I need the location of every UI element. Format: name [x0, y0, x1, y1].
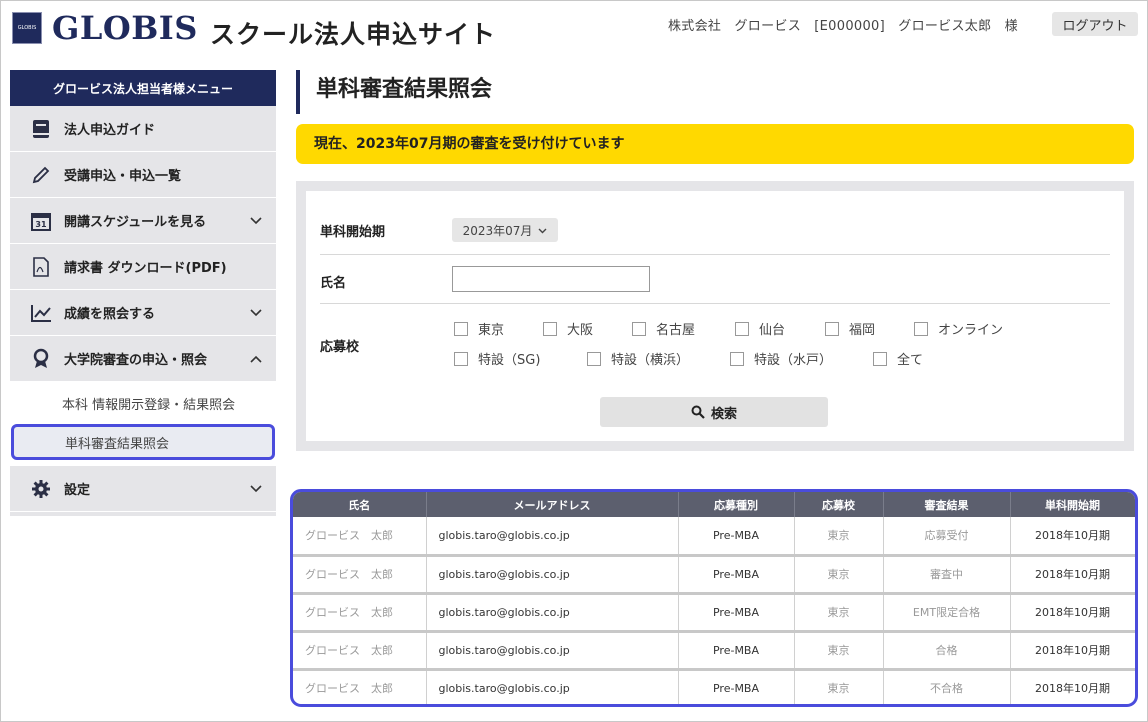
sidebar-item-settings[interactable]: 設定 [10, 466, 276, 512]
search-panel: 単科開始期 2023年07月 氏名 応募校 東京 大阪 名古屋 仙台 福岡 オン… [296, 181, 1134, 451]
checkbox-special-mito[interactable]: 特設（水戸） [730, 349, 832, 368]
sidebar-item-graduate-review[interactable]: 大学院審査の申込・照会 [10, 336, 276, 382]
results-table-container: 氏名 メールアドレス 応募種別 応募校 審査結果 単科開始期 グロービス 太郎 … [290, 489, 1138, 707]
user-info: 株式会社 グロービス [E000000] グロービス太郎 様 [668, 19, 1018, 34]
cell-term: 2018年10月期 [1010, 631, 1135, 671]
cell-result: 審査中 [883, 555, 1011, 595]
globis-logo[interactable]: GLOBIS [52, 9, 198, 47]
column-header-name: 氏名 [293, 492, 427, 517]
column-header-result: 審査結果 [883, 492, 1011, 517]
sidebar-item-application[interactable]: 受講申込・申込一覧 [10, 152, 276, 198]
chevron-down-icon [538, 223, 547, 237]
school-label: 応募校 [320, 340, 360, 355]
cell-email: globis.taro@globis.co.jp [426, 631, 679, 671]
checkbox-osaka[interactable]: 大阪 [543, 319, 593, 338]
cell-term: 2018年10月期 [1010, 669, 1135, 704]
checkbox-sendai[interactable]: 仙台 [735, 319, 785, 338]
checkbox-all[interactable]: 全て [873, 349, 923, 368]
cell-email: globis.taro@globis.co.jp [426, 593, 679, 633]
column-header-email: メールアドレス [426, 492, 679, 517]
cell-application-type: Pre-MBA [678, 593, 795, 633]
cell-result: 合格 [883, 631, 1011, 671]
site-title: スクール法人申込サイト [210, 20, 497, 49]
divider [320, 303, 1110, 304]
cell-term: 2018年10月期 [1010, 593, 1135, 633]
sidebar-item-invoice[interactable]: 請求書 ダウンロード(PDF) [10, 244, 276, 290]
pdf-icon [30, 256, 52, 278]
table-row: グロービス 太郎 globis.taro@globis.co.jp Pre-MB… [293, 669, 1135, 704]
sidebar-item-grades[interactable]: 成績を照会する [10, 290, 276, 336]
logout-button[interactable]: ログアウト [1052, 12, 1138, 36]
calendar-icon: 31 [30, 210, 52, 232]
cell-email: globis.taro@globis.co.jp [426, 669, 679, 704]
notice-banner: 現在、2023年07月期の審査を受け付けています [296, 124, 1134, 164]
table-row: グロービス 太郎 globis.taro@globis.co.jp Pre-MB… [293, 555, 1135, 595]
search-icon [691, 405, 705, 419]
checkbox-special-sg[interactable]: 特設（SG) [454, 349, 540, 368]
chevron-down-icon [250, 306, 262, 321]
results-table: 氏名 メールアドレス 応募種別 応募校 審査結果 単科開始期 グロービス 太郎 … [293, 492, 1135, 704]
cell-name: グロービス 太郎 [293, 631, 427, 671]
book-icon [30, 118, 52, 140]
pencil-icon [30, 164, 52, 186]
cell-application-type: Pre-MBA [678, 555, 795, 595]
table-header-row: 氏名 メールアドレス 応募種別 応募校 審査結果 単科開始期 [293, 492, 1135, 517]
globis-logo-mark: GLOBIS [12, 12, 42, 44]
cell-school: 東京 [794, 631, 884, 671]
cell-term: 2018年10月期 [1010, 517, 1135, 557]
table-row: グロービス 太郎 globis.taro@globis.co.jp Pre-MB… [293, 517, 1135, 557]
cell-name: グロービス 太郎 [293, 593, 427, 633]
sidebar-menu: グロービス法人担当者様メニュー 法人申込ガイド 受講申込・申込一覧 31 開講ス… [10, 70, 276, 516]
divider [320, 254, 1110, 255]
chevron-up-icon [250, 352, 262, 367]
site-header: GLOBIS GLOBIS スクール法人申込サイト 株式会社 グロービス [E0… [0, 0, 1148, 60]
cell-school: 東京 [794, 669, 884, 704]
sidebar-title: グロービス法人担当者様メニュー [10, 70, 276, 106]
cell-school: 東京 [794, 555, 884, 595]
sidebar-submenu: 本科 情報開示登録・結果照会 単科審査結果照会 [10, 382, 276, 466]
checkbox-online[interactable]: オンライン [914, 319, 1003, 338]
cell-name: グロービス 太郎 [293, 669, 427, 704]
term-label: 単科開始期 [320, 225, 386, 240]
table-row: グロービス 太郎 globis.taro@globis.co.jp Pre-MB… [293, 631, 1135, 671]
checkbox-special-yokohama[interactable]: 特設（横浜） [587, 349, 689, 368]
name-input[interactable] [452, 266, 650, 292]
cell-term: 2018年10月期 [1010, 555, 1135, 595]
sidebar-subitem-disclosure[interactable]: 本科 情報開示登録・結果照会 [10, 384, 276, 422]
checkbox-fukuoka[interactable]: 福岡 [825, 319, 875, 338]
gear-icon [30, 478, 52, 500]
chevron-down-icon [250, 214, 262, 229]
cell-name: グロービス 太郎 [293, 517, 427, 557]
cell-application-type: Pre-MBA [678, 517, 795, 557]
chevron-down-icon [250, 482, 262, 497]
cell-email: globis.taro@globis.co.jp [426, 555, 679, 595]
svg-text:31: 31 [35, 220, 47, 229]
cell-result: 応募受付 [883, 517, 1011, 557]
name-label: 氏名 [320, 276, 347, 291]
cell-application-type: Pre-MBA [678, 669, 795, 704]
chart-icon [30, 302, 52, 324]
checkbox-nagoya[interactable]: 名古屋 [632, 319, 695, 338]
cell-school: 東京 [794, 517, 884, 557]
sidebar-subitem-single-course-results[interactable]: 単科審査結果照会 [11, 424, 275, 460]
term-select[interactable]: 2023年07月 [452, 218, 558, 242]
page-title: 単科審査結果照会 [296, 70, 492, 114]
column-header-term: 単科開始期 [1010, 492, 1135, 517]
checkbox-tokyo[interactable]: 東京 [454, 319, 504, 338]
award-icon [30, 348, 52, 370]
cell-school: 東京 [794, 593, 884, 633]
sidebar-item-guide[interactable]: 法人申込ガイド [10, 106, 276, 152]
cell-email: globis.taro@globis.co.jp [426, 517, 679, 557]
search-button[interactable]: 検索 [600, 397, 828, 427]
sidebar-item-schedule[interactable]: 31 開講スケジュールを見る [10, 198, 276, 244]
column-header-application-type: 応募種別 [678, 492, 795, 517]
cell-application-type: Pre-MBA [678, 631, 795, 671]
search-form: 単科開始期 2023年07月 氏名 応募校 東京 大阪 名古屋 仙台 福岡 オン… [306, 191, 1124, 441]
cell-result: EMT限定合格 [883, 593, 1011, 633]
column-header-school: 応募校 [794, 492, 884, 517]
table-row: グロービス 太郎 globis.taro@globis.co.jp Pre-MB… [293, 593, 1135, 633]
cell-result: 不合格 [883, 669, 1011, 704]
cell-name: グロービス 太郎 [293, 555, 427, 595]
